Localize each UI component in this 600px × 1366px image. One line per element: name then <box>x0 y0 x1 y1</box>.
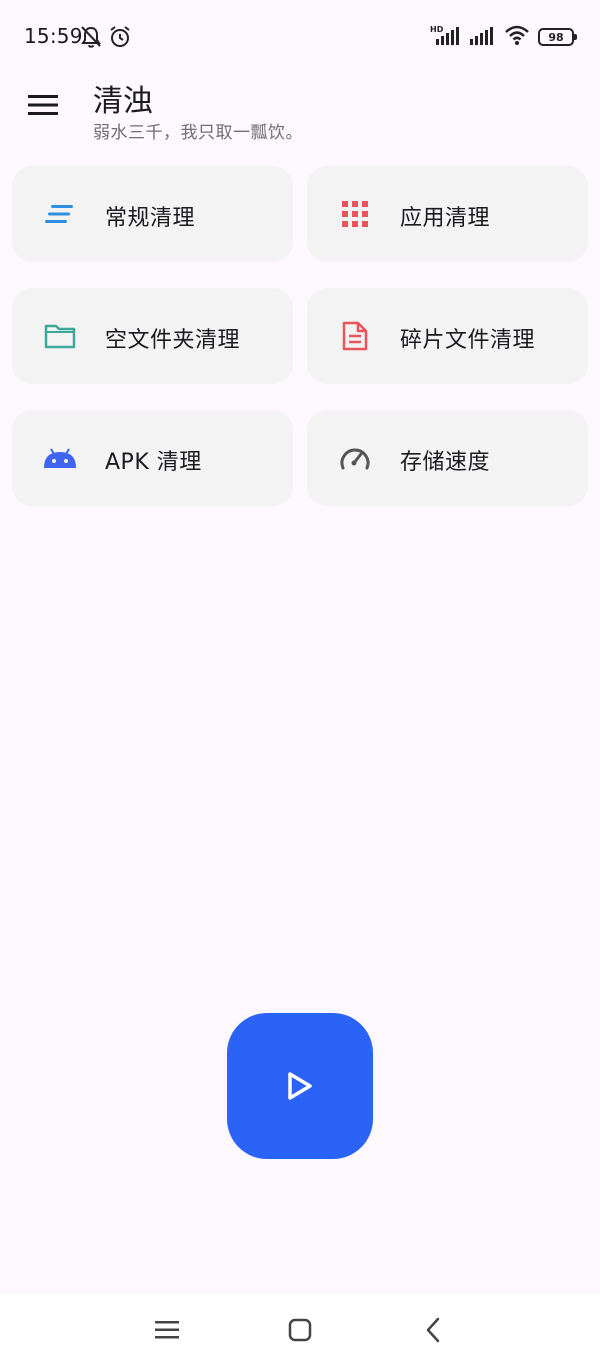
tile-label: 存储速度 <box>400 450 491 475</box>
app-subtitle: 弱水三千，我只取一瓢饮。 <box>93 123 303 143</box>
tile-regular-clean[interactable]: 常规清理 <box>12 166 293 262</box>
home-icon <box>288 1318 312 1342</box>
signal-icon <box>468 24 496 50</box>
start-scan-button[interactable] <box>227 1013 373 1159</box>
status-time: 15:59 <box>24 24 83 48</box>
recents-icon <box>155 1321 179 1339</box>
back-button[interactable] <box>417 1314 449 1346</box>
lines-icon <box>43 198 77 230</box>
svg-text:HD: HD <box>430 25 444 34</box>
folder-icon <box>43 320 77 352</box>
alarm-icon <box>108 25 132 53</box>
tile-label: APK 清理 <box>105 450 202 475</box>
recents-button[interactable] <box>151 1314 183 1346</box>
tile-grid: 常规清理 应用清理 空文件夹清理 碎片文件清理 APK 清理 存储速度 <box>12 166 588 506</box>
back-icon <box>426 1317 440 1343</box>
tile-label: 碎片文件清理 <box>400 328 536 353</box>
speedometer-icon <box>338 442 372 474</box>
tile-fragment-file-clean[interactable]: 碎片文件清理 <box>307 288 588 384</box>
screen: 15:59 HD 98 清浊 弱水三千，我只取一瓢饮。 常规清理 应用清理 空文… <box>0 0 600 1366</box>
status-bar: 15:59 HD 98 <box>0 0 600 76</box>
android-icon <box>43 442 77 474</box>
tile-storage-speed[interactable]: 存储速度 <box>307 410 588 506</box>
play-icon <box>288 1072 312 1100</box>
document-icon <box>338 320 372 352</box>
wifi-icon <box>504 24 530 50</box>
home-button[interactable] <box>284 1314 316 1346</box>
hd-signal-icon: HD <box>430 24 460 50</box>
tile-apk-clean[interactable]: APK 清理 <box>12 410 293 506</box>
grid-icon <box>338 198 372 230</box>
app-bar: 清浊 弱水三千，我只取一瓢饮。 <box>0 70 600 150</box>
hamburger-menu-icon <box>28 95 58 115</box>
tile-app-clean[interactable]: 应用清理 <box>307 166 588 262</box>
tile-label: 应用清理 <box>400 206 491 231</box>
menu-button[interactable] <box>18 80 68 130</box>
navigation-bar <box>0 1294 600 1366</box>
tile-label: 常规清理 <box>105 206 196 231</box>
app-title: 清浊 <box>93 84 153 119</box>
tile-empty-folder-clean[interactable]: 空文件夹清理 <box>12 288 293 384</box>
bell-off-icon <box>80 25 102 53</box>
battery-icon: 98 <box>538 28 577 46</box>
tile-label: 空文件夹清理 <box>105 328 241 353</box>
